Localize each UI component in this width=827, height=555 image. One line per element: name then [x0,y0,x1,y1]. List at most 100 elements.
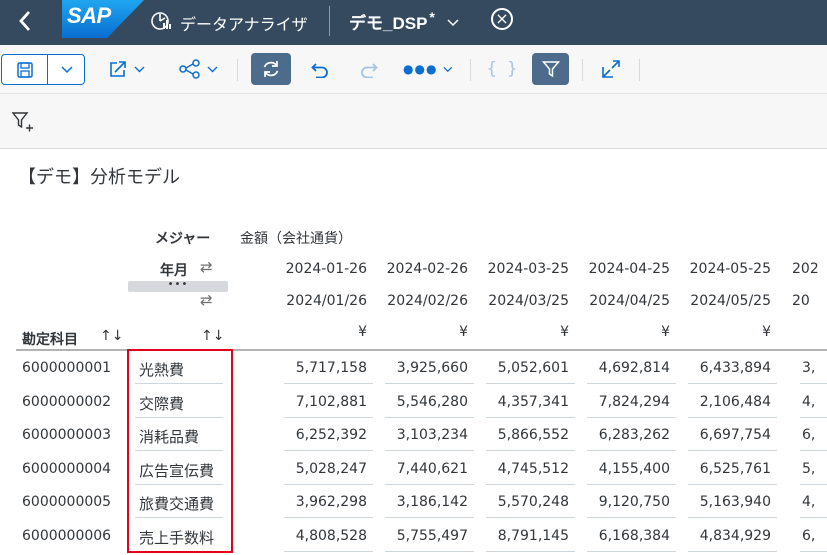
date-header: 202 [792,261,819,277]
document-title[interactable]: デモ_DSP * [349,9,435,34]
currency-header: ¥ [560,324,569,340]
table-row: 6000000006 売上手数料 4,808,528 5,755,497 8,791,1… [0,520,827,553]
account-id: 6000000006 [22,527,112,544]
date-header: 2024-05-25 [689,261,771,277]
value-cell[interactable]: 4,745,512 [485,461,569,477]
filter-button[interactable] [532,53,569,85]
value-cell[interactable]: 4,834,929 [687,528,771,544]
measure-label: メジャー [155,231,211,247]
value-cell[interactable]: 5,163,940 [687,494,771,510]
cell-underline [587,383,676,384]
toolbar: ●●● { } [0,45,827,94]
back-button[interactable] [18,6,32,39]
swap-axis-icon[interactable]: ⇄ [200,291,213,309]
value-cell[interactable]: 5,866,552 [485,427,569,443]
account-id: 6000000005 [22,494,112,510]
date-header: 2024-01-26 [285,261,367,277]
chevron-down-icon [443,66,453,72]
link-button[interactable] [172,53,224,85]
swap-axis-icon[interactable]: ⇄ [200,258,213,276]
value-cell[interactable]: 9,120,750 [586,494,670,510]
value-cell[interactable]: 5,570,248 [485,494,569,510]
share-button[interactable] [100,53,152,85]
value-cell[interactable]: 5,755,497 [384,528,468,544]
value-cell[interactable]: 2,106,484 [687,394,771,410]
formula-button[interactable]: { } [486,53,518,85]
sort-icon[interactable]: ↑↓ [100,328,123,344]
chevron-down-icon [60,65,73,73]
value-cell[interactable]: 7,824,294 [586,394,670,410]
cell-underline [587,483,676,485]
cell-underline [385,383,474,384]
table-row: 6000000002 交際費 7,102,881 5,546,280 4,357,341… [0,386,827,419]
cell-underline [385,416,474,418]
cell-underline [486,550,575,552]
undo-button[interactable] [305,53,335,85]
account-id: 6000000003 [22,427,112,443]
redo-button[interactable] [354,53,384,85]
close-icon[interactable]: × [491,8,513,30]
cell-underline [284,483,373,485]
date-sub-header: 20 [792,293,810,309]
date-sub-header: 2024/04/25 [589,293,670,309]
value-cell[interactable]: 5,028,247 [283,461,367,477]
network-icon [178,59,200,79]
value-cell[interactable]: 6,283,262 [586,427,670,443]
value-cell[interactable]: 6,525,761 [687,461,771,477]
cell-underline [688,550,777,552]
refresh-button[interactable] [251,53,291,85]
cell-underline [385,483,474,485]
value-cell[interactable]: 4,155,400 [586,461,670,477]
value-cell[interactable]: 3,103,234 [384,427,468,443]
cell-underline [587,517,676,518]
fullscreen-icon [602,60,620,78]
value-cell[interactable]: 8,791,145 [485,528,569,544]
value-cell[interactable]: 5,546,280 [384,394,468,410]
value-cell[interactable]: 4,808,528 [283,528,367,544]
value-cell[interactable]: 3,925,660 [384,360,468,376]
cell-underline [800,550,827,552]
sort-icon[interactable]: ↑↓ [201,328,224,344]
cell-underline [688,450,777,451]
value-cell[interactable]: 7,102,881 [283,394,367,410]
date-header: 2024-02-26 [386,261,468,277]
value-cell[interactable]: 4,357,341 [485,394,569,410]
share-icon [109,61,126,77]
save-icon [16,61,33,78]
value-cell[interactable]: 4, [802,394,827,410]
more-options-handle[interactable]: ••• [128,280,228,292]
chevron-down-icon[interactable] [447,18,459,28]
cell-underline [587,450,676,451]
value-cell[interactable]: 4, [802,494,827,510]
shell-separator [329,6,330,36]
value-cell[interactable]: 5,717,158 [283,360,367,376]
value-cell[interactable]: 5, [802,461,827,477]
value-cell[interactable]: 6, [802,528,827,544]
value-cell[interactable]: 5,052,601 [485,360,569,376]
cell-underline [385,550,474,552]
save-dropdown-button[interactable] [48,55,85,84]
fullscreen-button[interactable] [596,53,626,85]
add-filter-icon[interactable] [12,111,34,133]
cell-underline [486,416,575,418]
value-cell[interactable]: 6,168,384 [586,528,670,544]
value-cell[interactable]: 4,692,814 [586,360,670,376]
value-cell[interactable]: 6,433,894 [687,360,771,376]
date-header: 2024-03-25 [487,261,569,277]
currency-header: ¥ [358,324,367,340]
value-cell[interactable]: 3,962,298 [283,494,367,510]
cell-underline [800,517,827,518]
cell-underline [688,416,777,418]
value-cell[interactable]: 3,186,142 [384,494,468,510]
value-cell[interactable]: 6, [802,427,827,443]
cell-underline [284,450,373,451]
value-cell[interactable]: 6,252,392 [283,427,367,443]
filter-bar [0,94,827,149]
value-cell[interactable]: 7,440,621 [384,461,468,477]
save-button[interactable] [2,55,48,84]
more-icon: ●●● [403,62,438,76]
more-button[interactable]: ●●● [403,53,453,85]
cell-underline [385,450,474,451]
value-cell[interactable]: 6,697,754 [687,427,771,443]
value-cell[interactable]: 3, [802,360,827,376]
